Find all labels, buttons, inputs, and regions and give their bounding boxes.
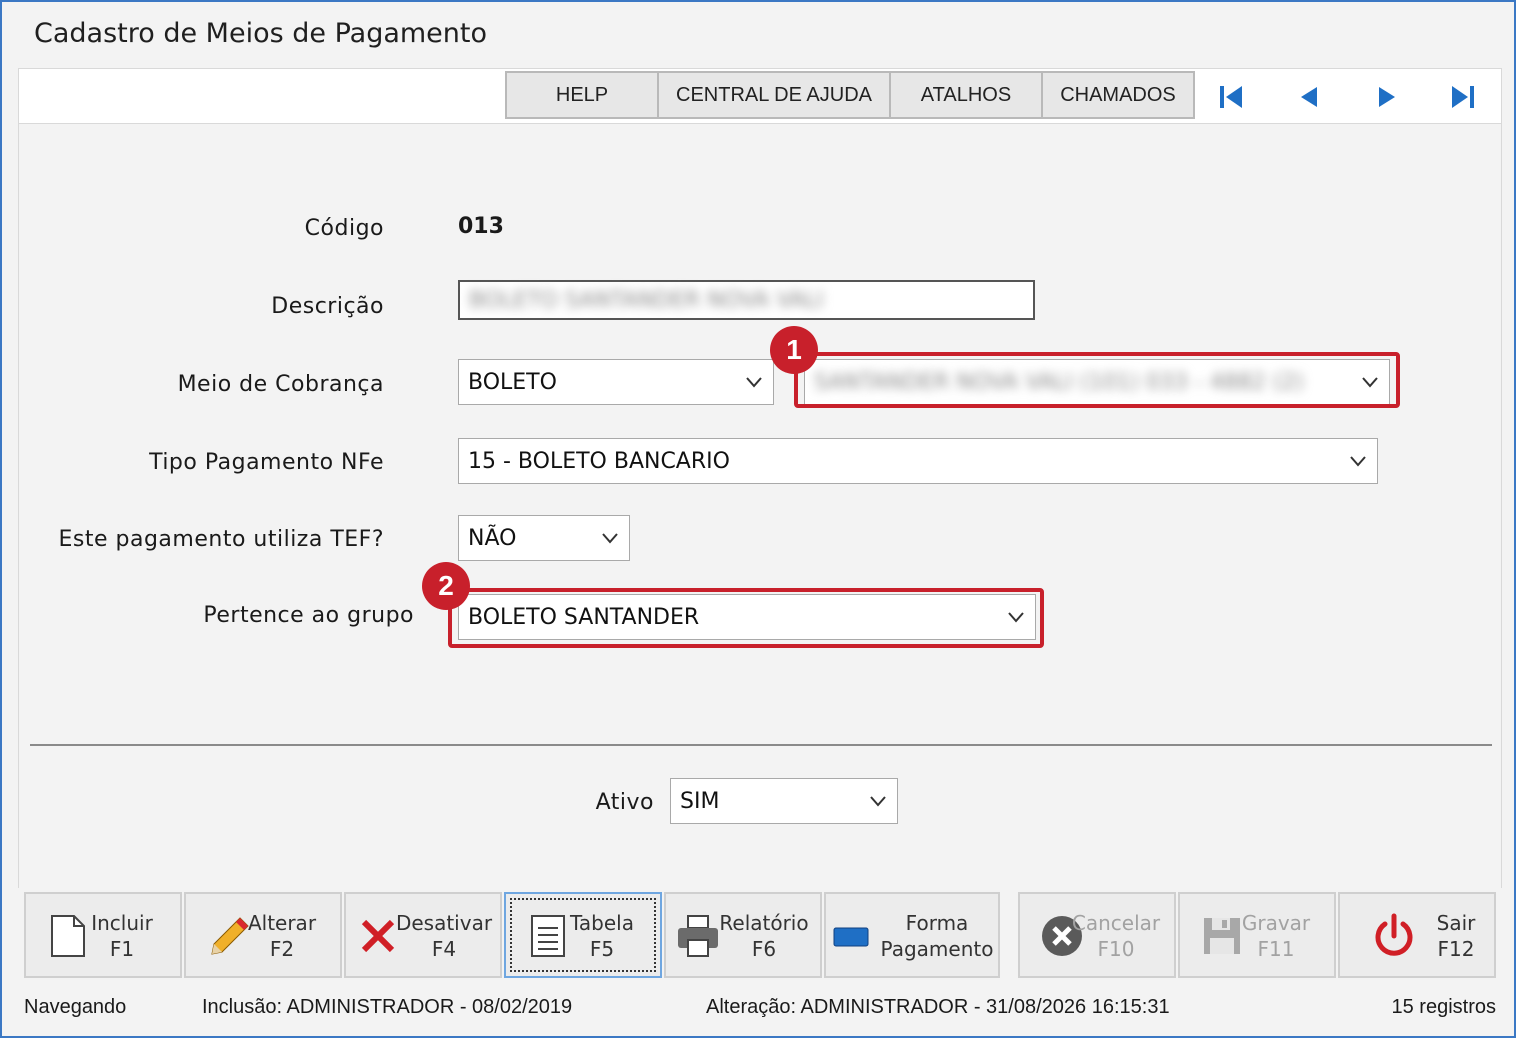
window-title: Cadastro de Meios de Pagamento (34, 18, 488, 49)
alterar-key: F2 (269, 937, 295, 961)
relatorio-label: Relatório (719, 911, 809, 935)
annotation-badge-2: 2 (422, 562, 470, 610)
chevron-down-icon (1350, 456, 1366, 467)
grupo-label: Pertence ao grupo (203, 603, 414, 628)
cancelar-label: Cancelar (1071, 911, 1161, 935)
help-button[interactable]: HELP (505, 71, 659, 119)
cancelar-key: F10 (1097, 937, 1135, 961)
gravar-label: Gravar (1241, 911, 1311, 935)
sair-button[interactable]: Sair F12 (1338, 892, 1496, 978)
forma-pagamento-button[interactable]: Forma Pagamento (824, 892, 1000, 978)
meio-cobranca-value: BOLETO (468, 369, 557, 395)
ativo-select[interactable]: SIM (670, 778, 898, 824)
tabela-key: F5 (589, 937, 615, 961)
tabela-label: Tabela (570, 911, 634, 935)
relatorio-button[interactable]: Relatório F6 (664, 892, 822, 978)
relatorio-key: F6 (751, 937, 777, 961)
desativar-key: F4 (431, 937, 457, 961)
divider (30, 744, 1492, 746)
title-bar: Cadastro de Meios de Pagamento (2, 2, 1514, 68)
status-alteracao: Alteração: ADMINISTRADOR - 31/08/2026 16… (706, 996, 1170, 1018)
forma-label: Forma (905, 911, 969, 935)
descricao-input[interactable]: BOLETO SANTANDER NOVA VALI (458, 280, 1035, 320)
cancelar-button[interactable]: Cancelar F10 (1018, 892, 1176, 978)
codigo-label: Código (304, 216, 384, 241)
status-bar: Navegando Inclusão: ADMINISTRADOR - 08/0… (2, 986, 1514, 1036)
alterar-label: Alterar (247, 911, 317, 935)
chamados-button[interactable]: CHAMADOS (1041, 71, 1195, 119)
tef-value: NÃO (468, 525, 517, 551)
highlight-box-2 (448, 588, 1044, 648)
tef-label: Este pagamento utiliza TEF? (58, 527, 384, 552)
codigo-value: 013 (458, 214, 504, 239)
gravar-button[interactable]: Gravar F11 (1178, 892, 1336, 978)
meio-cobranca-label: Meio de Cobrança (177, 372, 384, 397)
annotation-badge-1: 1 (770, 326, 818, 374)
descricao-value: BOLETO SANTANDER NOVA VALI (469, 287, 824, 313)
next-record-icon[interactable] (1369, 79, 1405, 115)
ativo-value: SIM (680, 788, 720, 814)
sair-label: Sair (1436, 911, 1476, 935)
form-area (18, 124, 1502, 888)
pagamento-label: Pagamento (880, 937, 994, 961)
power-icon (1375, 913, 1413, 956)
status-registros: 15 registros (1391, 996, 1497, 1018)
top-toolbar: HELP CENTRAL DE AJUDA ATALHOS CHAMADOS (18, 68, 1502, 124)
chevron-down-icon (746, 377, 762, 388)
incluir-label: Incluir (91, 911, 153, 935)
window: Cadastro de Meios de Pagamento HELP CENT… (0, 0, 1516, 1038)
first-record-icon[interactable] (1213, 79, 1249, 115)
previous-record-icon[interactable] (1291, 79, 1327, 115)
desativar-button[interactable]: Desativar F4 (344, 892, 502, 978)
highlight-box-1 (794, 352, 1400, 408)
incluir-button[interactable]: Incluir F1 (24, 892, 182, 978)
status-mode: Navegando (24, 996, 127, 1018)
gravar-key: F11 (1257, 937, 1295, 961)
sair-key: F12 (1437, 937, 1475, 961)
central-de-ajuda-button[interactable]: CENTRAL DE AJUDA (657, 71, 891, 119)
function-button-bar: Incluir F1 Alterar F2 Desativar F4 Tabela F5… (22, 890, 1498, 980)
tipo-pagamento-value: 15 - BOLETO BANCARIO (468, 448, 730, 474)
tabela-button[interactable]: Tabela F5 (504, 892, 662, 978)
tef-select[interactable]: NÃO (458, 515, 630, 561)
chevron-down-icon (870, 796, 886, 807)
status-inclusao: Inclusão: ADMINISTRADOR - 08/02/2019 (202, 996, 573, 1018)
tipo-pagamento-select[interactable]: 15 - BOLETO BANCARIO (458, 438, 1378, 484)
incluir-key: F1 (109, 937, 135, 961)
alterar-button[interactable]: Alterar F2 (184, 892, 342, 978)
chevron-down-icon (602, 533, 618, 544)
desativar-label: Desativar (395, 911, 493, 935)
last-record-icon[interactable] (1445, 79, 1481, 115)
meio-cobranca-select[interactable]: BOLETO (458, 359, 774, 405)
ativo-label: Ativo (595, 790, 654, 815)
descricao-label: Descrição (271, 294, 384, 319)
tipo-pagamento-label: Tipo Pagamento NFe (149, 450, 384, 475)
blue-card-icon (833, 927, 869, 947)
atalhos-button[interactable]: ATALHOS (889, 71, 1043, 119)
